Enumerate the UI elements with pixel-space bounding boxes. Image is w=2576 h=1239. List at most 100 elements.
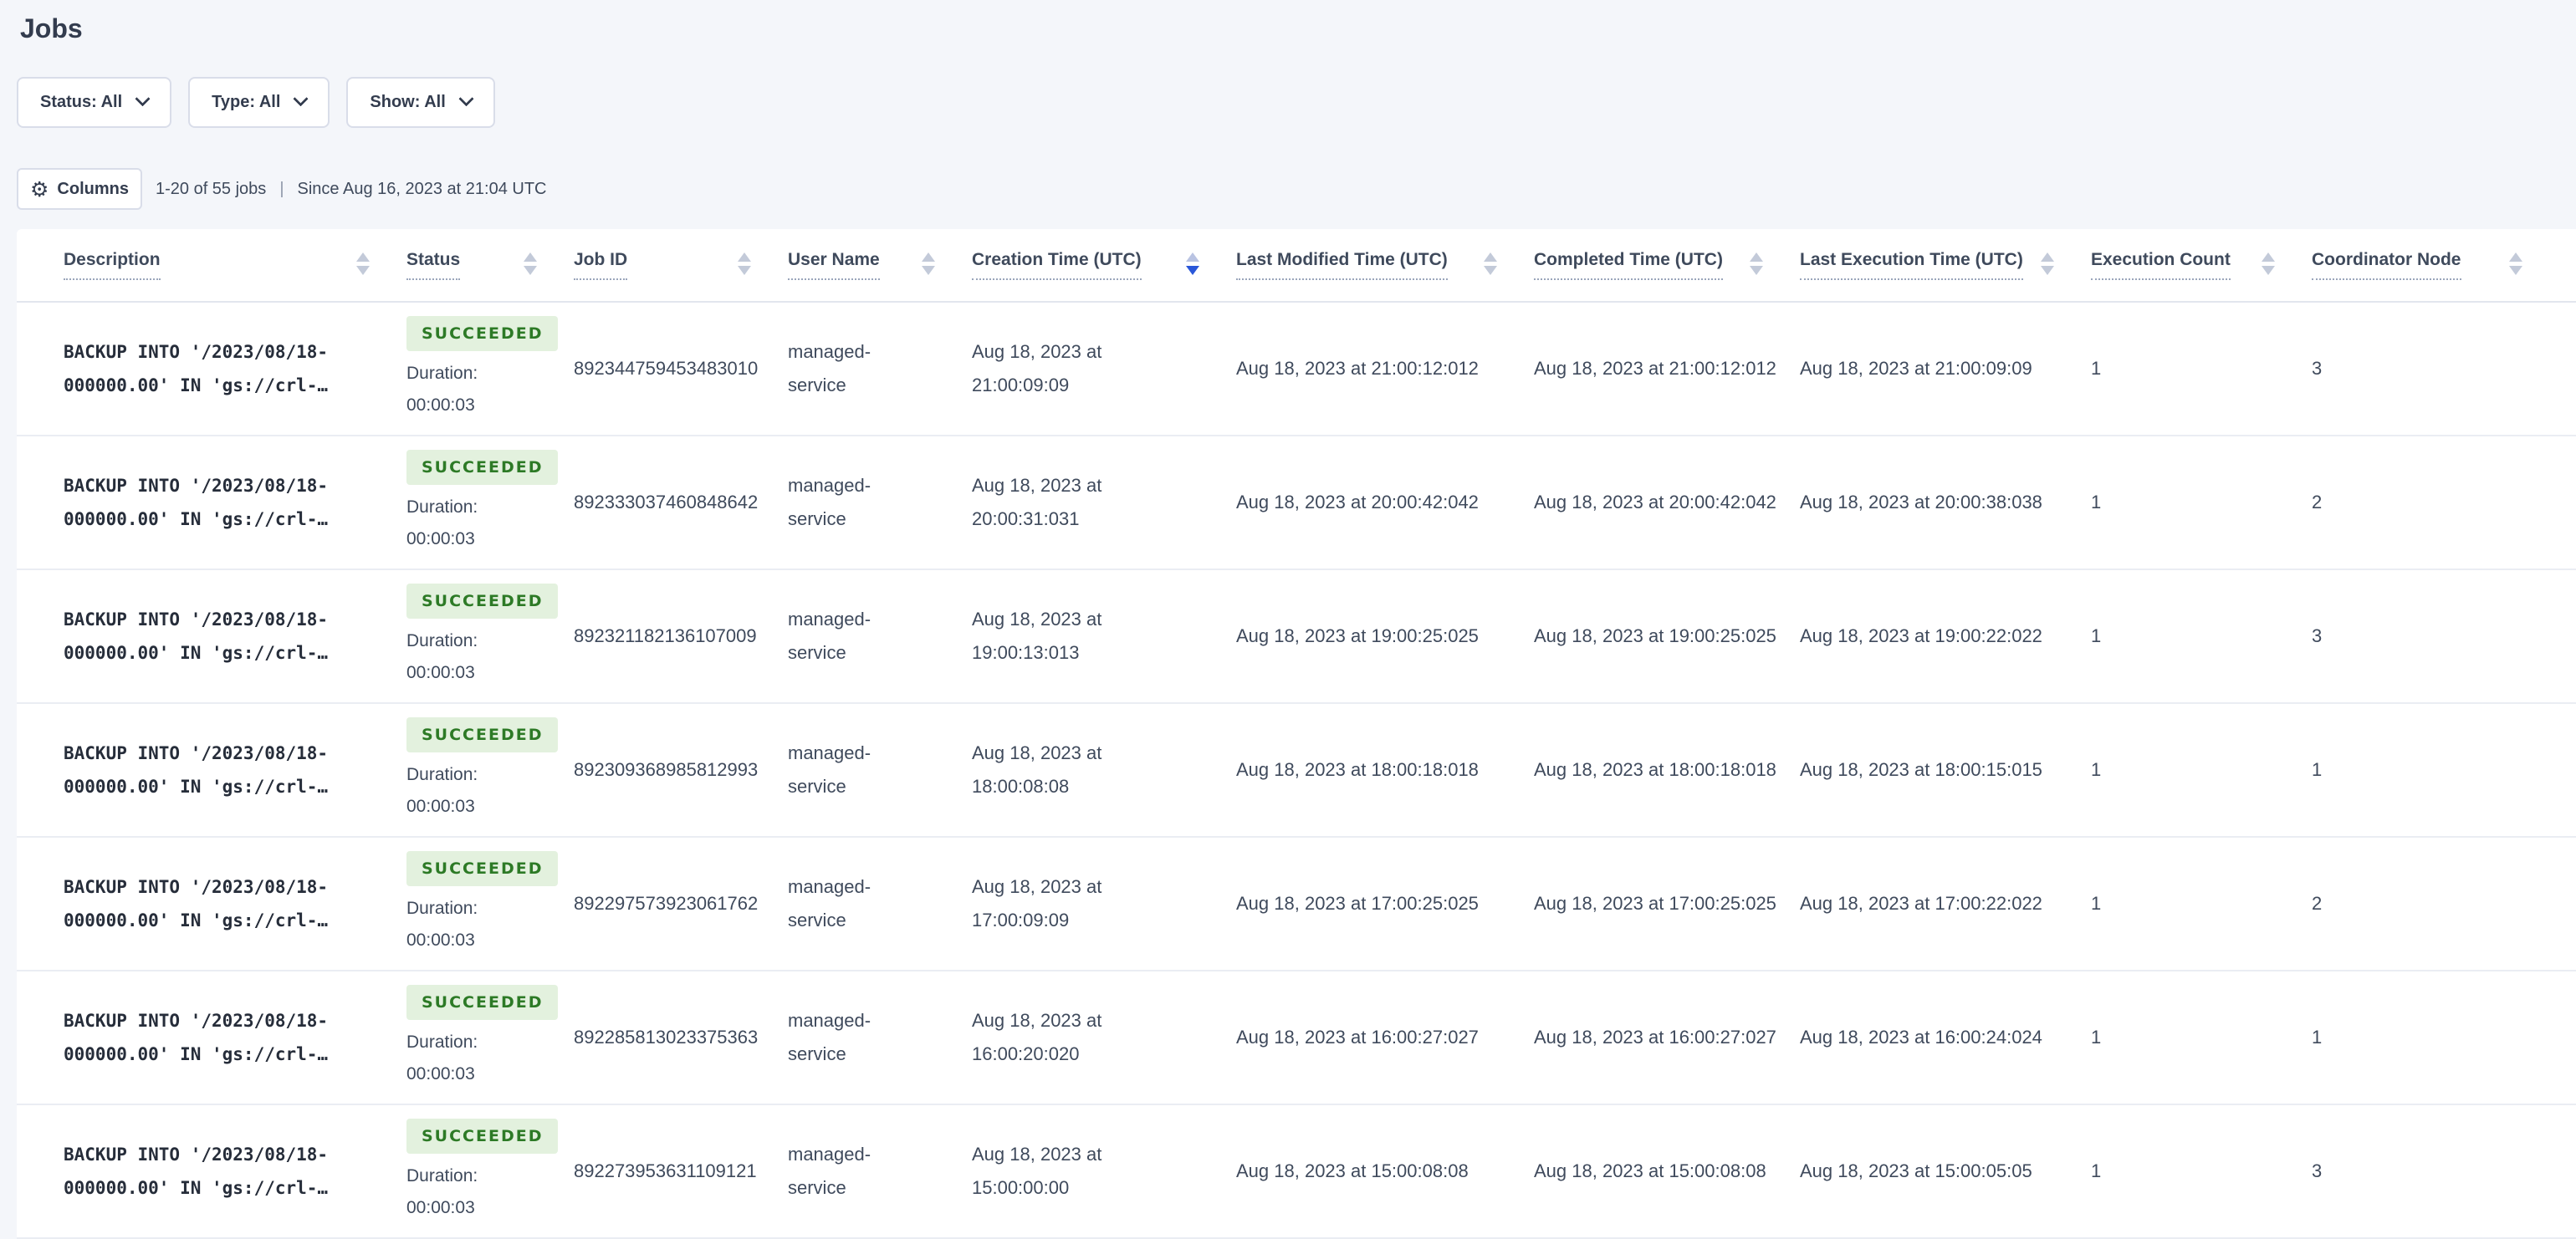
- show-filter-dropdown[interactable]: Show: All: [346, 77, 495, 128]
- jobs-page: Jobs Status: All Type: All Show: All ⚙ C…: [0, 0, 2576, 1239]
- column-header-coordinator-node[interactable]: Coordinator Node: [2312, 249, 2559, 301]
- sort-icon[interactable]: [1484, 252, 1497, 275]
- table-row[interactable]: BACKUP INTO '/2023/08/18- 000000.00' IN …: [17, 303, 2576, 436]
- job-description: BACKUP INTO '/2023/08/18- 000000.00' IN …: [64, 476, 329, 529]
- status-filter-dropdown[interactable]: Status: All: [17, 77, 172, 128]
- last-execution-time: Aug 18, 2023 at 20:00:38:038: [1800, 492, 2042, 512]
- job-description: BACKUP INTO '/2023/08/18- 000000.00' IN …: [64, 1011, 329, 1064]
- sort-icon[interactable]: [738, 252, 751, 275]
- last-modified-time: Aug 18, 2023 at 17:00:25:025: [1236, 893, 1479, 914]
- last-modified-time: Aug 18, 2023 at 20:00:42:042: [1236, 492, 1479, 512]
- since-text: Since Aug 16, 2023 at 21:04 UTC: [297, 179, 547, 198]
- status-badge: SUCCEEDED: [406, 316, 559, 351]
- sort-icon[interactable]: [2041, 252, 2054, 275]
- coordinator-node: 3: [2312, 625, 2323, 646]
- user-name: managed- service: [788, 475, 871, 529]
- column-header-description[interactable]: Description: [17, 249, 406, 301]
- columns-button[interactable]: ⚙ Columns: [17, 168, 142, 210]
- completed-time: Aug 18, 2023 at 21:00:12:012: [1534, 358, 1776, 379]
- duration-label: Duration:: [406, 899, 478, 918]
- job-status-cell: SUCCEEDED Duration: 00:00:03: [406, 851, 574, 956]
- last-modified-time: Aug 18, 2023 at 19:00:25:025: [1236, 625, 1479, 646]
- status-badge: SUCCEEDED: [406, 1119, 559, 1154]
- duration-value: 00:00:03: [406, 1064, 475, 1083]
- job-description-cell: BACKUP INTO '/2023/08/18- 000000.00' IN …: [17, 870, 406, 937]
- user-name: managed- service: [788, 742, 871, 797]
- creation-time: Aug 18, 2023 at 15:00:00:00: [972, 1144, 1102, 1198]
- job-description-cell: BACKUP INTO '/2023/08/18- 000000.00' IN …: [17, 1138, 406, 1205]
- job-id: 892333037460848642: [574, 492, 759, 512]
- gear-icon: ⚙: [30, 176, 49, 201]
- execution-count: 1: [2091, 759, 2102, 780]
- page-title: Jobs: [20, 13, 83, 43]
- type-filter-dropdown[interactable]: Type: All: [188, 77, 330, 128]
- sort-icon[interactable]: [2509, 252, 2522, 275]
- column-header-completed-time[interactable]: Completed Time (UTC): [1534, 249, 1800, 301]
- sort-icon-active-desc[interactable]: [1186, 252, 1199, 275]
- chevron-down-icon: [293, 91, 309, 107]
- job-id: 892344759453483010: [574, 358, 759, 379]
- user-name: managed- service: [788, 1144, 871, 1198]
- sort-icon[interactable]: [922, 252, 935, 275]
- sort-icon[interactable]: [356, 252, 370, 275]
- show-filter-label: Show: All: [370, 93, 446, 111]
- execution-count: 1: [2091, 1027, 2102, 1048]
- sort-icon[interactable]: [1750, 252, 1763, 275]
- column-header-execution-count[interactable]: Execution Count: [2091, 249, 2312, 301]
- coordinator-node: 1: [2312, 1027, 2323, 1048]
- completed-time: Aug 18, 2023 at 19:00:25:025: [1534, 625, 1776, 646]
- last-execution-time: Aug 18, 2023 at 15:00:05:05: [1800, 1160, 2032, 1181]
- column-header-user-name[interactable]: User Name: [788, 249, 972, 301]
- column-header-last-execution-time[interactable]: Last Execution Time (UTC): [1800, 249, 2091, 301]
- user-name: managed- service: [788, 1010, 871, 1064]
- job-description: BACKUP INTO '/2023/08/18- 000000.00' IN …: [64, 609, 329, 663]
- creation-time: Aug 18, 2023 at 21:00:09:09: [972, 341, 1102, 395]
- job-description-cell: BACKUP INTO '/2023/08/18- 000000.00' IN …: [17, 737, 406, 803]
- table-toolbar: ⚙ Columns 1-20 of 55 jobs | Since Aug 16…: [17, 168, 2576, 210]
- duration-label: Duration:: [406, 765, 478, 784]
- table-row[interactable]: BACKUP INTO '/2023/08/18- 000000.00' IN …: [17, 704, 2576, 838]
- user-name: managed- service: [788, 341, 871, 395]
- completed-time: Aug 18, 2023 at 17:00:25:025: [1534, 893, 1776, 914]
- job-description: BACKUP INTO '/2023/08/18- 000000.00' IN …: [64, 1145, 329, 1198]
- column-header-status[interactable]: Status: [406, 249, 574, 301]
- table-row[interactable]: BACKUP INTO '/2023/08/18- 000000.00' IN …: [17, 838, 2576, 971]
- column-header-creation-time[interactable]: Creation Time (UTC): [972, 249, 1236, 301]
- job-description: BACKUP INTO '/2023/08/18- 000000.00' IN …: [64, 877, 329, 931]
- completed-time: Aug 18, 2023 at 16:00:27:027: [1534, 1027, 1776, 1048]
- last-modified-time: Aug 18, 2023 at 21:00:12:012: [1236, 358, 1479, 379]
- status-filter-label: Status: All: [40, 93, 123, 111]
- creation-time: Aug 18, 2023 at 20:00:31:031: [972, 475, 1102, 529]
- job-description-cell: BACKUP INTO '/2023/08/18- 000000.00' IN …: [17, 335, 406, 402]
- table-row[interactable]: BACKUP INTO '/2023/08/18- 000000.00' IN …: [17, 1105, 2576, 1239]
- status-badge: SUCCEEDED: [406, 450, 559, 485]
- last-execution-time: Aug 18, 2023 at 19:00:22:022: [1800, 625, 2042, 646]
- toolbar-divider: |: [279, 179, 284, 198]
- job-status-cell: SUCCEEDED Duration: 00:00:03: [406, 1119, 574, 1224]
- duration-label: Duration:: [406, 631, 478, 650]
- last-modified-time: Aug 18, 2023 at 15:00:08:08: [1236, 1160, 1469, 1181]
- job-id: 892309368985812993: [574, 759, 759, 780]
- column-header-last-modified-time[interactable]: Last Modified Time (UTC): [1236, 249, 1534, 301]
- coordinator-node: 2: [2312, 893, 2323, 914]
- duration-value: 00:00:03: [406, 797, 475, 816]
- table-header-row: Description Status Job ID User Name Crea…: [17, 229, 2576, 303]
- last-modified-time: Aug 18, 2023 at 16:00:27:027: [1236, 1027, 1479, 1048]
- table-row[interactable]: BACKUP INTO '/2023/08/18- 000000.00' IN …: [17, 971, 2576, 1105]
- sort-icon[interactable]: [524, 252, 537, 275]
- columns-button-label: Columns: [57, 179, 129, 198]
- table-row[interactable]: BACKUP INTO '/2023/08/18- 000000.00' IN …: [17, 436, 2576, 570]
- execution-count: 1: [2091, 492, 2102, 512]
- column-header-job-id[interactable]: Job ID: [574, 249, 788, 301]
- sort-icon[interactable]: [2262, 252, 2275, 275]
- completed-time: Aug 18, 2023 at 15:00:08:08: [1534, 1160, 1766, 1181]
- chevron-down-icon: [135, 91, 151, 107]
- table-row[interactable]: BACKUP INTO '/2023/08/18- 000000.00' IN …: [17, 570, 2576, 704]
- user-name: managed- service: [788, 609, 871, 663]
- execution-count: 1: [2091, 1160, 2102, 1181]
- creation-time: Aug 18, 2023 at 19:00:13:013: [972, 609, 1102, 663]
- job-id: 892285813023375363: [574, 1027, 759, 1048]
- job-id: 892321182136107009: [574, 625, 757, 646]
- filter-bar: Status: All Type: All Show: All: [17, 77, 2576, 128]
- job-description: BACKUP INTO '/2023/08/18- 000000.00' IN …: [64, 743, 329, 797]
